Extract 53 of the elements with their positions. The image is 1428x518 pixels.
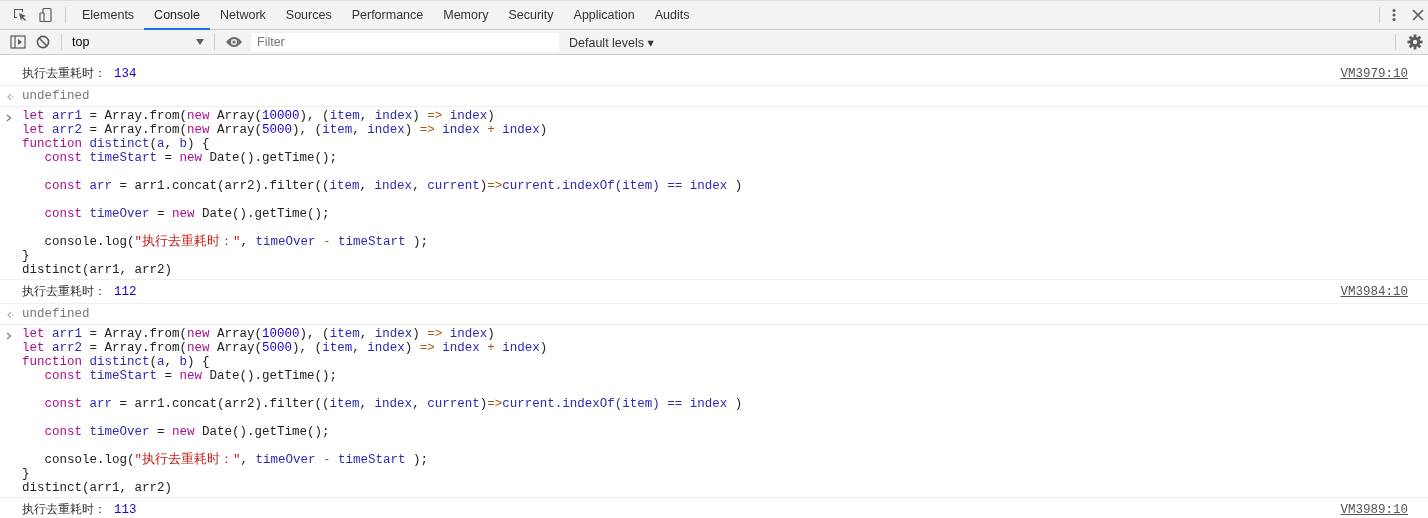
panel-tab[interactable]: Sources <box>275 0 342 30</box>
log-message: 执行去重耗时： <box>22 283 106 300</box>
eye-icon[interactable] <box>225 36 243 48</box>
log-message: 执行去重耗时： <box>22 65 106 82</box>
code-line: console.log("执行去重耗时：", timeOver - timeStart ); <box>43 235 430 249</box>
code-line: let arr1 = Array.from(new Array(10000), (item, index) => index) <box>22 109 496 123</box>
source-link[interactable]: VM3979:10 <box>1340 66 1408 81</box>
panel-tab[interactable]: Audits <box>644 0 700 30</box>
code-line: const arr = arr1.concat(arr2).filter((item, index, current)=>current.indexOf(item) == index ) <box>43 397 743 411</box>
code-line: } <box>22 249 31 263</box>
code-line: distinct(arr1, arr2) <box>22 481 174 495</box>
result-arrow-icon <box>6 311 14 319</box>
result-value: undefined <box>22 89 90 103</box>
code-line: const timeStart = new Date().getTime(); <box>43 369 339 383</box>
code-line: console.log("执行去重耗时：", timeOver - timeStart ); <box>43 453 430 467</box>
code-line: function distinct(a, b) { <box>22 137 211 151</box>
input-prompt-icon <box>6 332 12 340</box>
code-line: const timeStart = new Date().getTime(); <box>43 151 339 165</box>
code-line: function distinct(a, b) { <box>22 355 211 369</box>
result-arrow-icon <box>6 93 14 101</box>
inspect-icon[interactable] <box>12 7 28 23</box>
dropdown-arrow-icon <box>196 39 204 45</box>
panel-tab[interactable]: Performance <box>341 0 434 30</box>
panel-tab[interactable]: Elements <box>72 0 145 30</box>
log-value: 113 <box>114 502 137 517</box>
log-message: 执行去重耗时： <box>22 501 106 518</box>
panel-tab[interactable]: Memory <box>433 0 499 30</box>
sidebar-toggle-icon[interactable] <box>10 35 26 49</box>
levels-dropdown[interactable]: Default levels ▾ <box>563 33 660 51</box>
code-line: } <box>22 467 31 481</box>
code-line: const arr = arr1.concat(arr2).filter((item, index, current)=>current.indexOf(item) == index ) <box>43 179 743 193</box>
settings-icon[interactable] <box>1407 34 1423 50</box>
device-toolbar-icon[interactable] <box>38 7 54 23</box>
close-icon[interactable] <box>1412 9 1424 21</box>
log-value: 112 <box>114 284 137 299</box>
source-link[interactable]: VM3984:10 <box>1340 284 1408 299</box>
code-line: let arr1 = Array.from(new Array(10000), (item, index) => index) <box>22 327 496 341</box>
context-select[interactable]: top <box>68 35 208 49</box>
code-line: let arr2 = Array.from(new Array(5000), (item, index) => index + index) <box>22 341 549 355</box>
code-line: const timeOver = new Date().getTime(); <box>43 207 331 221</box>
panel-tab[interactable]: Network <box>210 0 276 30</box>
panel-tab[interactable]: Security <box>498 0 564 30</box>
code-line: let arr2 = Array.from(new Array(5000), (item, index) => index + index) <box>22 123 549 137</box>
clear-console-icon[interactable] <box>36 35 50 49</box>
code-line: const timeOver = new Date().getTime(); <box>43 425 331 439</box>
log-value: 134 <box>114 66 137 81</box>
more-options-icon[interactable] <box>1391 7 1397 23</box>
input-prompt-icon <box>6 114 12 122</box>
code-line: distinct(arr1, arr2) <box>22 263 174 277</box>
filter-field[interactable]: Filter <box>251 32 559 52</box>
source-link[interactable]: VM3989:10 <box>1340 502 1408 517</box>
result-value: undefined <box>22 307 90 321</box>
panel-tab[interactable]: Application <box>563 0 645 30</box>
